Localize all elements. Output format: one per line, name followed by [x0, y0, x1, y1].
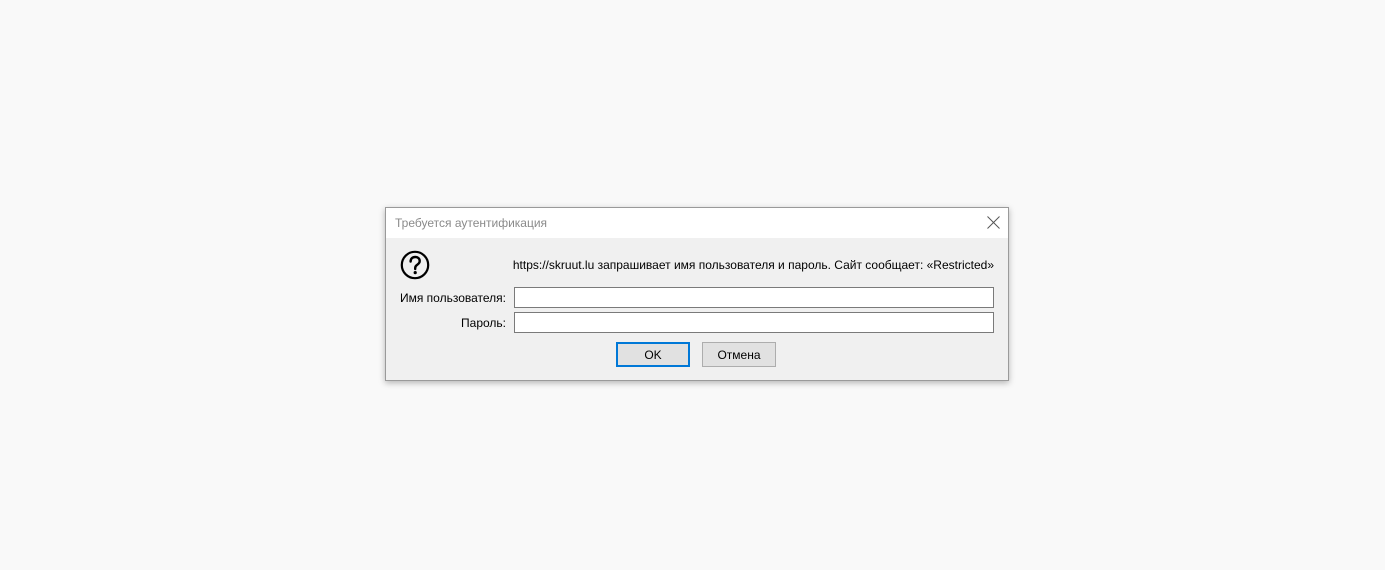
username-input[interactable]	[514, 287, 994, 308]
dialog-titlebar[interactable]: Требуется аутентификация	[386, 208, 1008, 238]
username-label: Имя пользователя:	[399, 291, 506, 305]
auth-message: https://skruut.lu запрашивает имя пользо…	[512, 258, 994, 272]
ok-button[interactable]: OK	[616, 342, 690, 367]
auth-dialog: Требуется аутентификация https://skruut.…	[385, 207, 1009, 381]
password-label: Пароль:	[461, 316, 506, 330]
close-icon	[987, 216, 1000, 229]
dialog-title: Требуется аутентификация	[395, 216, 548, 230]
question-icon	[400, 250, 430, 280]
close-button[interactable]	[978, 208, 1008, 238]
cancel-button[interactable]: Отмена	[702, 342, 776, 367]
password-input[interactable]	[514, 312, 994, 333]
